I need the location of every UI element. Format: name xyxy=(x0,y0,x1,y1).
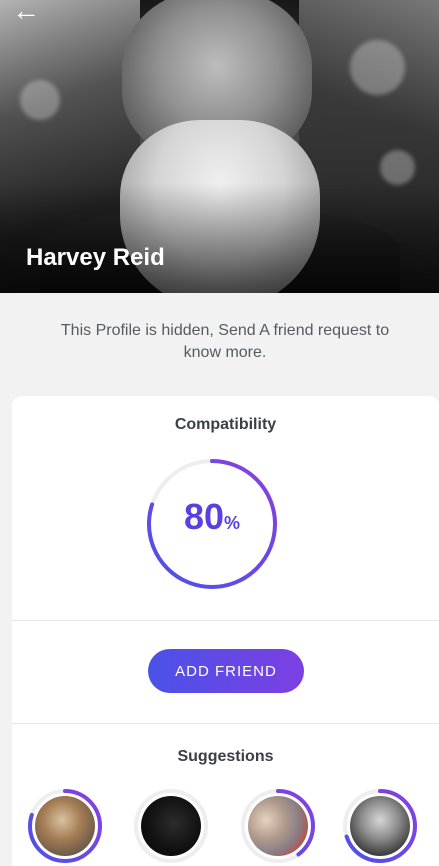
photo-shade xyxy=(0,183,439,293)
arrow-left-icon: ← xyxy=(12,0,40,26)
compatibility-title: Compatibility xyxy=(174,416,277,433)
avatar xyxy=(350,796,410,856)
compatibility-value: 80% xyxy=(146,496,278,538)
suggestions-title: Suggestions xyxy=(177,748,274,765)
bokeh-light xyxy=(350,40,405,95)
avatar xyxy=(248,796,308,856)
suggestion-item[interactable] xyxy=(342,788,418,864)
suggestion-item[interactable] xyxy=(27,788,103,864)
suggestion-item[interactable] xyxy=(240,788,316,864)
bokeh-light xyxy=(380,150,415,185)
bokeh-light xyxy=(20,80,60,120)
add-friend-button[interactable]: ADD FRIEND xyxy=(148,649,304,693)
compatibility-unit: % xyxy=(224,513,241,533)
profile-name: Harvey Reid xyxy=(26,244,165,271)
back-button[interactable]: ← xyxy=(12,0,42,28)
hidden-profile-message: This Profile is hidden, Send A friend re… xyxy=(60,322,390,361)
divider xyxy=(12,723,439,724)
avatar xyxy=(35,796,95,856)
avatar xyxy=(141,796,201,856)
divider xyxy=(12,620,439,621)
compatibility-number: 80 xyxy=(183,496,225,537)
suggestion-item[interactable] xyxy=(133,788,209,864)
